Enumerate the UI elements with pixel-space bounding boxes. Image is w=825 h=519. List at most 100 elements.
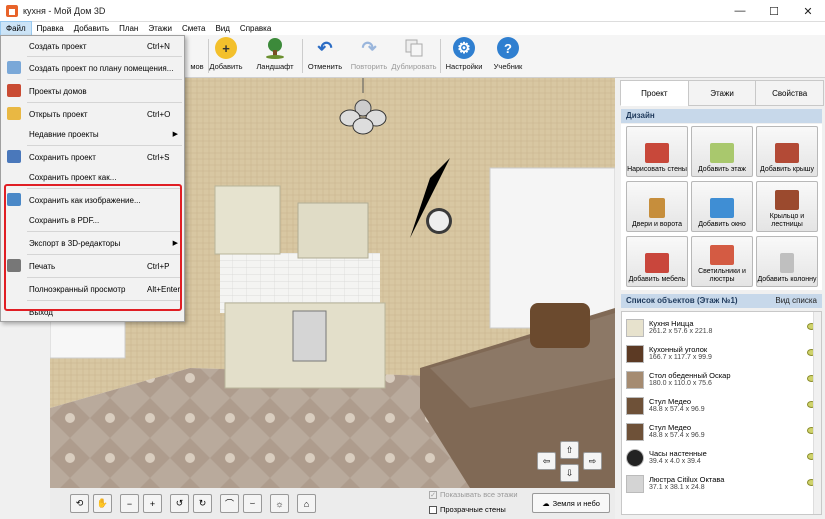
menu-item-new-from-plan[interactable]: Создать проект по плану помещения... — [1, 58, 184, 78]
transparent-walls-row[interactable]: Прозрачные стены — [429, 505, 506, 514]
show-all-floors-row[interactable]: ✓ Показывать все этажи — [429, 490, 518, 499]
list-item[interactable]: Кухня Ницца 261.2 x 57.6 x 221.8 — [626, 315, 816, 340]
menu-help[interactable]: Справка — [235, 22, 276, 35]
object-list[interactable]: Кухня Ницца 261.2 x 57.6 x 221.8 Кухонный… — [621, 311, 822, 515]
brick-wall-icon — [645, 143, 669, 163]
file-menu-dropdown: Создать проект Ctrl+N Создать проект по п… — [0, 35, 185, 322]
list-item[interactable]: Стул Медео 48.8 x 57.4 x 96.9 — [626, 393, 816, 418]
tilt-up-icon[interactable]: ⌒ — [220, 494, 239, 513]
close-button[interactable]: ✕ — [791, 0, 825, 22]
object-thumbnail — [626, 344, 644, 363]
add-floor-tile[interactable]: Добавить этаж — [691, 126, 753, 177]
duplicate-button[interactable]: Дублировать — [390, 37, 438, 75]
object-list-title: Список объектов (Этаж №1) — [626, 296, 738, 305]
duplicate-label: Дублировать — [391, 62, 437, 71]
menu-item-open-project[interactable]: Открыть проект Ctrl+O — [1, 104, 184, 124]
tree-icon — [264, 37, 286, 59]
nav-up-button[interactable]: ⇧ — [560, 441, 579, 459]
transparent-walls-checkbox[interactable] — [429, 505, 437, 514]
menu-floors[interactable]: Этажи — [143, 22, 177, 35]
zoom-in-icon[interactable]: + — [143, 494, 162, 513]
menu-item-recent-projects[interactable]: Недавние проекты ▶ — [1, 124, 184, 144]
add-furniture-tile[interactable]: Добавить мебель — [626, 236, 688, 287]
nav-left-button[interactable]: ⇦ — [537, 452, 556, 470]
nav-down-button[interactable]: ⇩ — [560, 464, 579, 482]
view-controls: ⟲ ✋ − + ↺ ↻ ⌒ ⌣ ☼ ⌂ — [70, 494, 316, 513]
tutorial-button[interactable]: ? Учебник — [489, 37, 527, 75]
menu-plan[interactable]: План — [114, 22, 143, 35]
object-size: 180.0 x 110.0 x 75.6 — [649, 380, 712, 387]
object-thumbnail — [626, 370, 644, 389]
menu-item-house-projects[interactable]: Проекты домов — [1, 81, 184, 101]
menu-view[interactable]: Вид — [210, 22, 234, 35]
porch-stairs-tile[interactable]: Крыльцо и лестницы — [756, 181, 818, 232]
zoom-out-icon[interactable]: − — [120, 494, 139, 513]
menu-item-new-project[interactable]: Создать проект Ctrl+N — [1, 36, 184, 56]
list-item[interactable]: Люстра Citilux Октава 37.1 x 38.1 x 24.8 — [626, 471, 816, 496]
tab-project[interactable]: Проект — [620, 80, 689, 106]
rotate-left-icon[interactable]: ↺ — [170, 494, 189, 513]
earth-sky-button[interactable]: ☁ Земля и небо — [532, 493, 610, 513]
tutorial-label: Учебник — [493, 62, 523, 71]
landscape-button[interactable]: Ландшафт — [254, 37, 296, 75]
list-item[interactable]: Стул Медео 48.8 x 57.4 x 96.9 — [626, 419, 816, 444]
doors-tile[interactable]: Двери и ворота — [626, 181, 688, 232]
menu-edit[interactable]: Правка — [32, 22, 69, 35]
lights-tile[interactable]: Светильники и люстры — [691, 236, 753, 287]
draw-walls-tile[interactable]: Нарисовать стены — [626, 126, 688, 177]
roof-icon — [775, 143, 799, 163]
home-icon[interactable]: ⌂ — [297, 494, 316, 513]
transparent-walls-label: Прозрачные стены — [440, 505, 506, 514]
add-floor-icon — [710, 143, 734, 163]
object-name: Кухня Ницца — [649, 319, 694, 328]
design-tiles: Нарисовать стены Добавить этаж Добавить … — [621, 124, 822, 290]
undo-button[interactable]: ↶ Отменить — [305, 37, 345, 75]
add-window-label: Добавить окно — [698, 221, 746, 228]
add-furniture-label: Добавить мебель — [628, 276, 686, 283]
minimize-button[interactable]: — — [723, 0, 757, 22]
walls-button[interactable]: мов — [186, 37, 208, 75]
redo-button[interactable]: ↷ Повторить — [348, 37, 390, 75]
maximize-button[interactable]: ☐ — [757, 0, 791, 22]
tab-floors[interactable]: Этажи — [687, 80, 757, 106]
object-list-scrollbar[interactable] — [813, 312, 821, 514]
column-icon — [780, 253, 794, 273]
plan-icon — [7, 61, 21, 74]
stairs-icon — [775, 190, 799, 210]
rotate-360-icon[interactable]: ⟲ — [70, 494, 89, 513]
object-thumbnail — [626, 422, 644, 441]
object-name: Стул Медео — [649, 423, 692, 432]
landscape-label: Ландшафт — [256, 62, 294, 71]
menu-item-save-project[interactable]: Сохранить проект Ctrl+S — [1, 147, 184, 167]
title-bar: кухня - Мой Дом 3D — ☐ ✕ — [0, 0, 825, 22]
menu-item-label: Недавние проекты — [29, 129, 99, 139]
menu-item-shortcut: Ctrl+O — [147, 109, 171, 119]
list-view-link[interactable]: Вид списка — [775, 294, 817, 308]
lightbulb-icon[interactable]: ☼ — [270, 494, 289, 513]
settings-button[interactable]: ⚙ Настройки — [444, 37, 484, 75]
list-item[interactable]: Часы настенные 39.4 x 4.0 x 39.4 — [626, 445, 816, 470]
add-button[interactable]: + Добавить — [209, 37, 243, 75]
house-icon — [7, 84, 21, 97]
porch-stairs-label: Крыльцо и лестницы — [769, 213, 805, 228]
show-all-floors-checkbox[interactable]: ✓ — [429, 490, 437, 499]
object-name: Часы настенные — [649, 449, 707, 458]
menu-item-shortcut: Ctrl+N — [147, 41, 170, 51]
object-name: Стул Медео — [649, 397, 692, 406]
app-icon — [6, 4, 18, 17]
menu-add[interactable]: Добавить — [69, 22, 114, 35]
folder-icon — [7, 107, 21, 120]
list-item[interactable]: Кухонный уголок 166.7 x 117.7 x 99.9 — [626, 341, 816, 366]
window-icon — [710, 198, 734, 218]
list-item[interactable]: Стол обеденный Оскар 180.0 x 110.0 x 75.6 — [626, 367, 816, 392]
tab-properties[interactable]: Свойства — [755, 80, 825, 106]
add-window-tile[interactable]: Добавить окно — [691, 181, 753, 232]
tilt-down-icon[interactable]: ⌣ — [243, 494, 262, 513]
add-roof-tile[interactable]: Добавить крышу — [756, 126, 818, 177]
hand-icon[interactable]: ✋ — [93, 494, 112, 513]
nav-right-button[interactable]: ⇨ — [583, 452, 602, 470]
add-column-tile[interactable]: Добавить колонну — [756, 236, 818, 287]
rotate-right-icon[interactable]: ↻ — [193, 494, 212, 513]
menu-file[interactable]: Файл — [0, 21, 32, 36]
menu-estimate[interactable]: Смета — [177, 22, 210, 35]
